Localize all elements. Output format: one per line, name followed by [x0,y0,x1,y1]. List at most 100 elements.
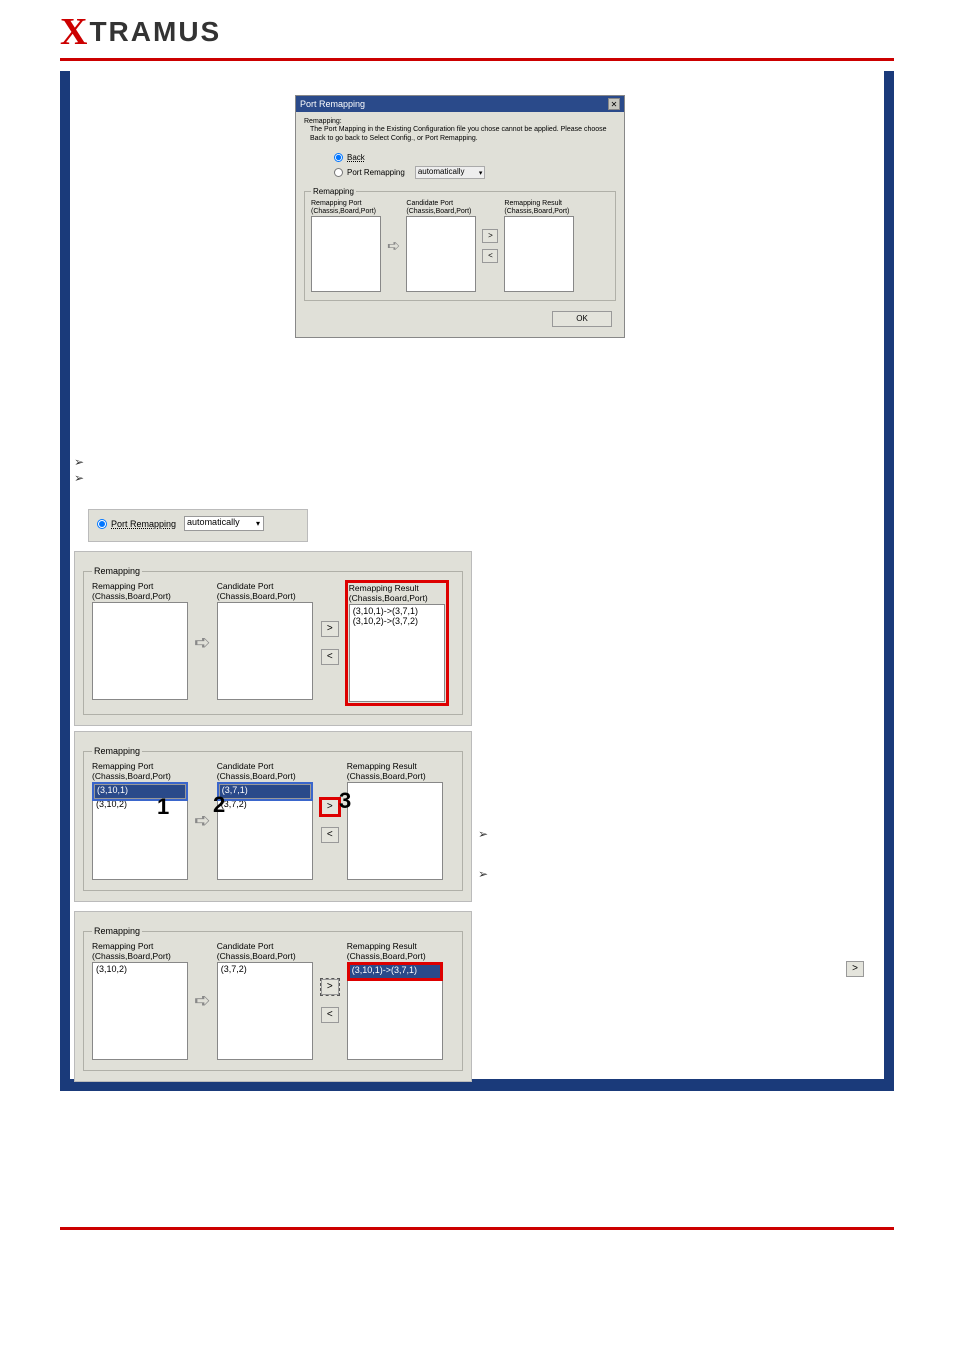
result-item-highlighted[interactable]: (3,10,1)->(3,7,1) [349,964,441,979]
candidate-list[interactable]: (3,7,1) (3,7,2) [217,782,313,880]
result-col-highlighted: Remapping Result (Chassis,Board,Port) (3… [347,582,447,704]
content-box: Port Remapping ✕ Remapping: The Port Map… [70,71,884,1079]
result-sublabel: (Chassis,Board,Port) [504,208,574,216]
chevron-down-icon: ▾ [479,169,483,177]
step-number-3: 3 [339,788,351,814]
remap-port-sublabel: (Chassis,Board,Port) [92,592,188,602]
radio-back-row[interactable]: Back [334,153,616,162]
candidate-col: Candidate Port (Chassis,Board,Port) (3,7… [217,942,313,1060]
dialog-title: Port Remapping [300,99,365,109]
remap-mode-select[interactable]: automatically [184,516,264,531]
candidate-col: Candidate Port (Chassis,Board,Port) (3,7… [217,762,313,880]
remap-port-col: Remapping Port (Chassis,Board,Port) (3,1… [92,942,188,1060]
remapping-legend: Remapping [311,187,356,196]
result-col: Remapping Result (Chassis,Board,Port) (3… [347,942,443,1060]
ok-button[interactable]: OK [552,311,612,327]
move-right-button[interactable]: > [321,621,339,637]
remap-option-panel: Port Remapping automatically ▾ [88,509,308,542]
radio-remap-row[interactable]: Port Remapping automatically ▾ [97,516,299,531]
candidate-label: Candidate Port [406,200,476,208]
candidate-sublabel: (Chassis,Board,Port) [406,208,476,216]
move-left-button[interactable]: < [321,827,339,843]
candidate-item[interactable]: (3,7,2) [219,964,311,974]
move-buttons: > < [321,621,339,665]
move-right-button-highlighted[interactable]: > [321,799,339,815]
candidate-list[interactable] [406,216,476,292]
result-list[interactable]: (3,10,1)->(3,7,1) (3,10,2)->(3,7,2) [349,604,445,702]
remapping-fieldset: Remapping Remapping Port (Chassis,Board,… [83,926,463,1071]
radio-remap-row[interactable]: Port Remapping automatically ▾ [334,166,616,179]
candidate-list[interactable]: (3,7,2) [217,962,313,1060]
candidate-sublabel: (Chassis,Board,Port) [217,772,313,782]
move-right-button[interactable]: > [482,229,498,243]
close-icon[interactable]: ✕ [608,98,620,110]
remap-port-list[interactable] [92,602,188,700]
candidate-col: Candidate Port (Chassis,Board,Port) [217,582,313,700]
move-left-button[interactable]: < [321,1007,339,1023]
msg-body: The Port Mapping in the Existing Configu… [304,126,616,143]
result-label: Remapping Result [504,200,574,208]
dialog-message: Remapping: The Port Mapping in the Exist… [304,118,616,143]
bullet-icon: ➢ [74,455,84,469]
result-list[interactable] [347,782,443,880]
move-right-button[interactable]: > [321,979,339,995]
logo-rest: TRAMUS [89,16,221,48]
remap-mode-select[interactable]: automatically [415,166,485,179]
remapping-panel-manual-step1: Remapping Remapping Port (Chassis,Board,… [74,731,472,902]
step-number-1: 1 [157,794,169,820]
logo-x: X [60,10,87,54]
remap-port-list[interactable] [311,216,381,292]
result-item[interactable]: (3,10,2)->(3,7,2) [351,616,443,626]
result-sublabel: (Chassis,Board,Port) [347,952,443,962]
result-col: Remapping Result (Chassis,Board,Port) [347,762,443,880]
content-frame: Port Remapping ✕ Remapping: The Port Map… [60,71,894,1091]
move-buttons: > < [321,799,339,843]
radio-back-label: Back [347,153,365,162]
radio-remap[interactable] [97,519,107,529]
dialog-titlebar: Port Remapping ✕ [296,96,624,112]
remap-port-list[interactable]: (3,10,2) [92,962,188,1060]
move-left-button[interactable]: < [482,249,498,263]
remap-port-list[interactable]: (3,10,1) (3,10,2) [92,782,188,880]
radio-remap-label: Port Remapping [111,519,176,529]
radio-back[interactable] [334,153,343,162]
result-list[interactable] [504,216,574,292]
remap-port-item[interactable]: (3,10,2) [94,964,186,974]
remap-port-sublabel: (Chassis,Board,Port) [92,772,188,782]
result-sublabel: (Chassis,Board,Port) [347,772,443,782]
remap-port-item-selected[interactable]: (3,10,1) [94,784,186,799]
remapping-panel-manual-step2: Remapping Remapping Port (Chassis,Board,… [74,911,472,1082]
remapping-fieldset: Remapping Remapping Port (Chassis,Board,… [304,187,616,300]
remap-port-item[interactable]: (3,10,2) [94,799,186,809]
candidate-item[interactable]: (3,7,2) [219,799,311,809]
remap-port-sublabel: (Chassis,Board,Port) [92,952,188,962]
move-right-button-ref[interactable]: > [846,961,864,977]
move-buttons: > < [482,229,498,263]
remapping-panel-auto: Remapping Remapping Port (Chassis,Board,… [74,551,472,726]
result-item[interactable]: (3,10,1)->(3,7,1) [351,606,443,616]
remapping-legend: Remapping [92,746,142,756]
candidate-col: Candidate Port (Chassis,Board,Port) [406,200,476,291]
chevron-down-icon: ▾ [256,519,260,528]
remap-port-col: Remapping Port (Chassis,Board,Port) [92,582,188,700]
remapping-legend: Remapping [92,566,142,576]
result-list[interactable]: (3,10,1)->(3,7,1) [347,962,443,1060]
arrow-right-icon: ➪ [194,808,211,833]
result-sublabel: (Chassis,Board,Port) [349,594,445,604]
candidate-item-selected[interactable]: (3,7,1) [219,784,311,799]
arrow-right-icon: ➪ [194,988,211,1013]
candidate-sublabel: (Chassis,Board,Port) [217,952,313,962]
bullet-icon: ➢ [478,827,488,841]
radio-remap[interactable] [334,168,343,177]
candidate-list[interactable] [217,602,313,700]
bullet-icon: ➢ [478,867,488,881]
radio-remap-label: Port Remapping [347,168,405,177]
remap-port-col: Remapping Port (Chassis,Board,Port) [311,200,381,291]
candidate-sublabel: (Chassis,Board,Port) [217,592,313,602]
move-left-button[interactable]: < [321,649,339,665]
footer-rule [60,1227,894,1230]
bullet-icon: ➢ [74,471,84,485]
page-header: X TRAMUS [0,0,954,54]
step-number-2: 2 [213,792,225,818]
arrow-right-icon: ➪ [194,630,211,655]
